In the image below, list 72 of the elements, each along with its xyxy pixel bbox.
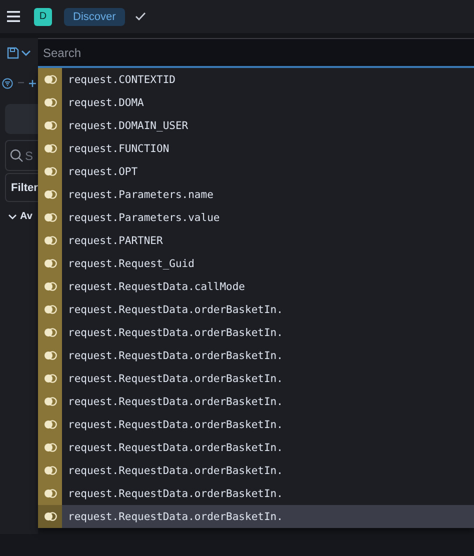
plus-icon[interactable]	[29, 80, 36, 86]
field-token-icon	[44, 75, 56, 84]
suggestion-item[interactable]: request.PARTNER	[38, 229, 474, 252]
menu-icon[interactable]	[7, 11, 20, 22]
filter-icon[interactable]	[2, 78, 13, 88]
suggestion-label: request.RequestData.orderBasketIn.	[68, 442, 283, 454]
field-token-icon	[44, 213, 56, 222]
field-token-icon	[44, 167, 56, 176]
field-token-icon	[44, 121, 56, 130]
filter-button[interactable]: Filter	[5, 173, 38, 202]
space-avatar[interactable]: D	[34, 8, 52, 26]
suggestion-label: request.RequestData.orderBasketIn.	[68, 326, 283, 338]
field-token-icon	[44, 351, 56, 360]
suggestion-item[interactable]: request.RequestData.orderBasketIn.	[38, 436, 474, 459]
suggestion-label: request.RequestData.orderBasketIn.	[68, 372, 283, 384]
field-token-icon	[44, 489, 56, 498]
suggestion-label: request.CONTEXTID	[68, 74, 176, 86]
suggestion-item[interactable]: request.RequestData.orderBasketIn.	[38, 505, 474, 528]
suggestion-label: request.RequestData.orderBasketIn.	[68, 396, 283, 408]
section-title: Av	[20, 211, 32, 222]
chevron-down-icon[interactable]	[8, 214, 17, 220]
suggestion-label: request.PARTNER	[68, 234, 163, 246]
field-token-icon	[44, 443, 56, 452]
field-token-icon	[44, 305, 56, 314]
suggestion-label: request.RequestData.orderBasketIn.	[68, 510, 283, 522]
field-token-icon	[44, 374, 56, 383]
suggestion-item[interactable]: request.RequestData.orderBasketIn.	[38, 390, 474, 413]
suggestion-label: request.RequestData.callMode	[68, 280, 246, 292]
field-token-icon	[44, 98, 56, 107]
suggestion-label: request.RequestData.orderBasketIn.	[68, 488, 283, 500]
suggestion-label: request.Request_Guid	[68, 258, 194, 270]
app-badge[interactable]: Discover	[64, 8, 125, 26]
suggestion-item[interactable]: request.OPT	[38, 160, 474, 183]
suggestion-label: request.RequestData.orderBasketIn.	[68, 304, 283, 316]
suggestion-item[interactable]: request.Parameters.value	[38, 206, 474, 229]
suggestion-item[interactable]: request.Parameters.name	[38, 183, 474, 206]
suggestion-label: request.FUNCTION	[68, 142, 170, 154]
suggestion-item[interactable]: request.RequestData.orderBasketIn.	[38, 413, 474, 436]
suggestion-item[interactable]: request.FUNCTION	[38, 137, 474, 160]
suggestion-label: request.DOMAIN_USER	[68, 120, 188, 132]
field-token-icon	[44, 420, 56, 429]
chevron-down-icon	[21, 50, 31, 56]
suggestion-label: request.DOMA	[68, 96, 144, 108]
field-token-icon	[44, 190, 56, 199]
field-token-icon	[44, 282, 56, 291]
field-token-icon	[44, 466, 56, 475]
field-token-icon	[44, 512, 56, 521]
check-icon	[134, 12, 146, 21]
suggestion-item[interactable]: request.DOMA	[38, 91, 474, 114]
field-token-icon	[44, 144, 56, 153]
suggestion-label: request.RequestData.orderBasketIn.	[68, 350, 283, 362]
suggestion-item[interactable]: request.DOMAIN_USER	[38, 114, 474, 137]
suggestion-label: request.Parameters.name	[68, 188, 214, 200]
field-token-icon	[44, 236, 56, 245]
suggestion-label: request.RequestData.orderBasketIn.	[68, 418, 283, 430]
suggestion-item[interactable]: request.RequestData.orderBasketIn.	[38, 367, 474, 390]
search-icon	[10, 149, 23, 162]
suggestion-item[interactable]: request.Request_Guid	[38, 252, 474, 275]
suggestion-item[interactable]: request.RequestData.callMode	[38, 275, 474, 298]
suggestion-item[interactable]: request.RequestData.orderBasketIn.	[38, 321, 474, 344]
field-token-icon	[44, 259, 56, 268]
field-token-icon	[44, 397, 56, 406]
search-field[interactable]: Search	[38, 38, 474, 68]
suggestion-item[interactable]: request.RequestData.orderBasketIn.	[38, 344, 474, 367]
suggestion-label: request.OPT	[68, 166, 138, 178]
suggestion-label: request.RequestData.orderBasketIn.	[68, 464, 283, 476]
suggestion-item[interactable]: request.RequestData.orderBasketIn.	[38, 459, 474, 482]
suggestion-label: request.Parameters.value	[68, 212, 220, 224]
suggestion-item[interactable]: request.RequestData.orderBasketIn.	[38, 482, 474, 505]
field-token-icon	[44, 328, 56, 337]
suggestion-item[interactable]: request.CONTEXTID	[38, 68, 474, 91]
suggestion-item[interactable]: request.RequestData.orderBasketIn.	[38, 298, 474, 321]
